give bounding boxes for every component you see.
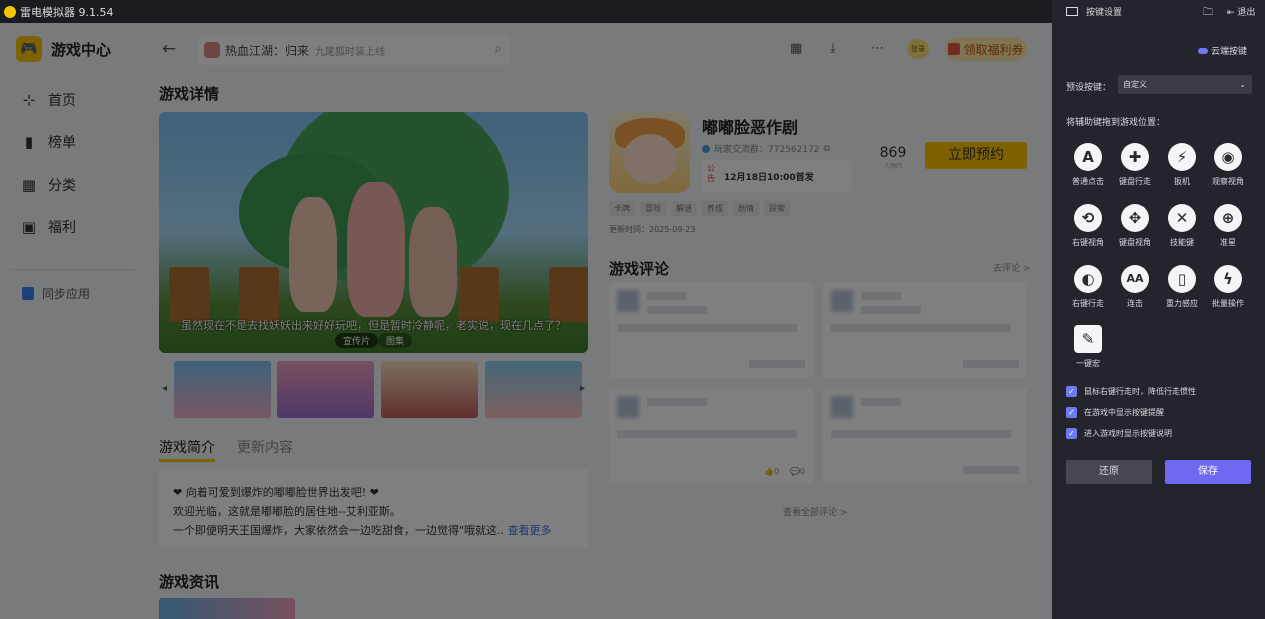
tap-icon: A [1074,143,1102,171]
key-mouse-walk[interactable]: ◐ 右键行走 [1065,265,1111,309]
preset-value: 自定义 [1123,80,1147,89]
key-label: 普通点击 [1072,177,1104,186]
modal-overlay [0,23,1052,619]
panel-title: 按键设置 [1086,8,1123,18]
panel-header: 按键设置 [1066,5,1122,18]
key-tap[interactable]: A 普通点击 [1065,143,1111,187]
key-gravity[interactable]: ▯ 重力感应 [1159,265,1205,309]
reset-button[interactable]: 还原 [1066,460,1152,484]
keyboard-view-icon: ✥ [1121,204,1149,232]
emulator-window: 雷电模拟器 9.1.54 🎮 游戏中心 ⊹ 首页 ▮ 榜单 ▦ 分类 ▣ 福利 [0,0,1265,619]
exit-label: 退出 [1237,8,1256,18]
key-label: 技能键 [1170,238,1194,247]
crosshair-icon: ⊕ [1214,204,1242,232]
key-label: 键盘行走 [1119,177,1151,186]
key-trigger[interactable]: ⚡ 扳机 [1159,143,1205,187]
preset-label: 预设按键： [1066,83,1112,93]
option-reduce-inertia[interactable]: ✓ 鼠标右键行走时，降低行走惯性 [1066,386,1196,397]
key-mouse-view[interactable]: ⟲ 右键视角 [1065,204,1111,248]
option-label: 在游戏中显示按键提醒 [1084,408,1164,417]
key-label: 键盘视角 [1119,238,1151,247]
batch-icon: ϟ [1214,265,1242,293]
key-label: 扳机 [1174,177,1190,186]
checkbox-checked-icon[interactable]: ✓ [1066,386,1077,397]
key-keyboard-view[interactable]: ✥ 键盘视角 [1112,204,1158,248]
key-combo[interactable]: AA 连击 [1112,265,1158,309]
key-label: 重力感应 [1166,299,1198,308]
preset-select[interactable]: 自定义 ⌄ [1118,75,1252,94]
key-batch[interactable]: ϟ 批量操作 [1205,265,1251,309]
trigger-icon: ⚡ [1168,143,1196,171]
key-label: 一键宏 [1076,359,1100,368]
key-observe[interactable]: ◉ 观察视角 [1205,143,1251,187]
folder-icon[interactable]: 🗀 [1203,5,1213,22]
mouse-walk-icon: ◐ [1074,265,1102,293]
cloud-keys-button[interactable]: 云端按键 [1198,44,1247,57]
key-label: 观察视角 [1212,177,1244,186]
dpad-icon: ✚ [1121,143,1149,171]
app-logo-icon [4,5,16,18]
exit-button[interactable]: ⇤ 退出 [1227,5,1255,18]
window-title: 雷电模拟器 9.1.54 [20,5,114,19]
checkbox-checked-icon[interactable]: ✓ [1066,407,1077,418]
option-show-key-guide[interactable]: ✓ 进入游戏时显示按键说明 [1066,428,1172,439]
key-dpad[interactable]: ✚ 键盘行走 [1112,143,1158,187]
skill-icon: ✕ [1168,204,1196,232]
key-skill[interactable]: ✕ 技能键 [1159,204,1205,248]
option-label: 鼠标右键行走时，降低行走惯性 [1084,387,1196,396]
drag-hint: 将辅助键拖到游戏位置： [1066,118,1166,128]
chevron-down-icon: ⌄ [1239,80,1246,89]
macro-icon: ✎ [1074,325,1102,353]
option-label: 进入游戏时显示按键说明 [1084,429,1172,438]
key-label: 右键行走 [1072,299,1104,308]
combo-icon: AA [1121,265,1149,293]
eye-icon: ◉ [1214,143,1242,171]
checkbox-checked-icon[interactable]: ✓ [1066,428,1077,439]
keyboard-icon [1066,7,1078,16]
key-settings-panel: 按键设置 🗀 ⇤ 退出 云端按键 预设按键： 自定义 ⌄ 将辅助键拖到游戏位置：… [1052,0,1265,619]
key-crosshair[interactable]: ⊕ 准星 [1205,204,1251,248]
mouse-view-icon: ⟲ [1074,204,1102,232]
option-show-key-hints[interactable]: ✓ 在游戏中显示按键提醒 [1066,407,1164,418]
title-bar: 雷电模拟器 9.1.54 [0,0,1052,23]
exit-icon: ⇤ [1227,8,1235,18]
key-macro[interactable]: ✎ 一键宏 [1065,325,1111,369]
key-label: 批量操作 [1212,299,1244,308]
save-button[interactable]: 保存 [1165,460,1251,484]
gravity-icon: ▯ [1168,265,1196,293]
key-label: 连击 [1127,299,1143,308]
cloud-keys-label: 云端按键 [1211,47,1248,57]
cloud-icon [1198,47,1208,54]
key-label: 右键视角 [1072,238,1104,247]
key-label: 准星 [1220,238,1236,247]
